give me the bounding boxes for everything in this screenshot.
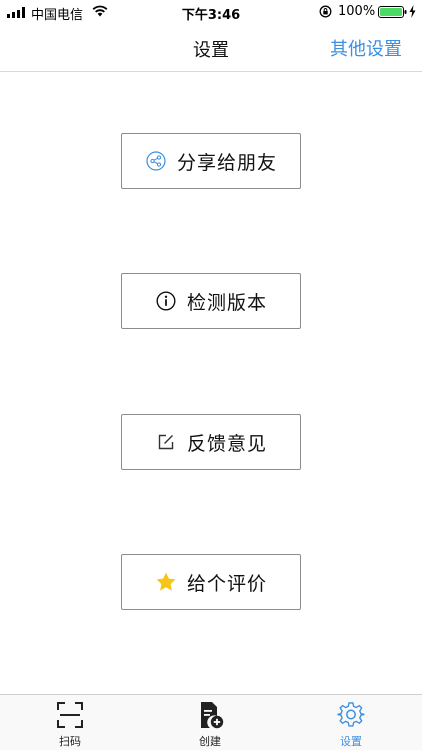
tab-scan[interactable]: 扫码 [30,695,110,750]
share-to-friends-button[interactable]: 分享给朋友 [121,133,301,189]
tab-create[interactable]: 创建 [170,695,250,750]
navigation-bar: 设置 其他设置 [0,24,422,72]
check-version-button[interactable]: 检测版本 [121,273,301,329]
feedback-label: 反馈意见 [186,432,267,455]
scan-icon [57,702,83,728]
check-version-label: 检测版本 [186,291,267,314]
battery-percent: 100% [338,4,376,19]
edit-icon [155,431,177,453]
tab-bar: 扫码 创建 设置 [0,694,422,750]
star-icon [155,571,177,593]
create-document-icon [201,702,224,729]
rate-app-button[interactable]: 给个评价 [121,554,301,610]
feedback-button[interactable]: 反馈意见 [121,414,301,470]
tab-create-label: 创建 [199,735,221,748]
tab-settings-label: 设置 [340,735,362,748]
status-bar: 中国电信 下午3:46 100% [0,0,422,24]
share-to-friends-label: 分享给朋友 [176,151,277,174]
other-settings-button[interactable]: 其他设置 [330,35,402,61]
rate-app-label: 给个评价 [186,572,267,595]
share-icon [145,150,167,172]
battery-icon [378,6,407,18]
gear-icon [337,702,365,727]
info-icon [155,290,177,312]
rotation-lock-icon [319,5,332,18]
tab-settings[interactable]: 设置 [311,695,391,750]
charging-bolt-icon [409,5,416,18]
tab-scan-label: 扫码 [59,735,81,748]
